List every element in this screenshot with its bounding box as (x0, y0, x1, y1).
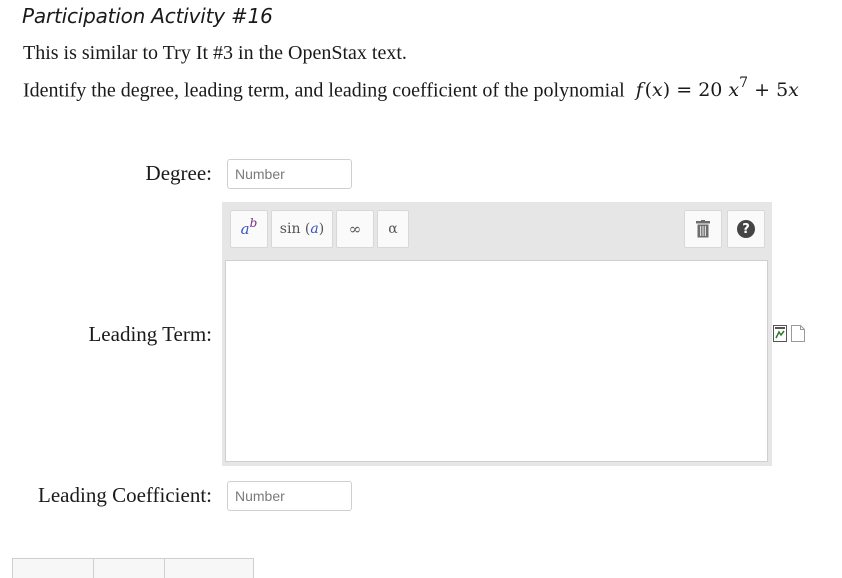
plus-sign: + (754, 79, 771, 102)
bottom-tab-strip (12, 558, 254, 578)
leading-coefficient-label: Leading Coefficient: (38, 483, 212, 507)
function-variable: x (652, 79, 663, 102)
second-term-coefficient: 5 (776, 79, 789, 102)
power-base: a (240, 220, 250, 238)
infinity-symbol: ∞ (348, 220, 362, 238)
alpha-symbol: α (388, 221, 398, 237)
leading-term-input[interactable] (225, 260, 768, 462)
blank-page-icon[interactable] (791, 325, 805, 342)
intro-text: This is similar to Try It #3 in the Open… (23, 42, 407, 64)
sin-argument: a (310, 221, 319, 237)
leading-term-label: Leading Term: (88, 322, 212, 346)
sin-function: sin (279, 221, 301, 237)
activity-title: Participation Activity #16 (22, 4, 273, 28)
first-term-exponent: 7 (739, 75, 749, 91)
help-icon: ? (737, 220, 755, 238)
help-button[interactable]: ? (727, 210, 765, 248)
tab-divider (93, 559, 94, 578)
math-toolbar: ab sin (a) ∞ α ? (222, 202, 772, 257)
trash-icon (696, 220, 710, 238)
leading-coefficient-input[interactable] (227, 481, 352, 511)
degree-input[interactable] (227, 159, 352, 189)
prompt-text: Identify the degree, leading term, and l… (23, 79, 625, 102)
preview-icon[interactable] (773, 325, 787, 342)
first-term-variable: x (728, 79, 740, 102)
tab-divider (164, 559, 165, 578)
degree-label: Degree: (145, 161, 212, 185)
power-button[interactable]: ab (230, 210, 268, 248)
second-term-variable: x (788, 79, 799, 102)
math-editor: ab sin (a) ∞ α ? (222, 202, 772, 466)
infinity-button[interactable]: ∞ (336, 210, 374, 248)
power-exponent: b (249, 216, 258, 230)
function-name: f (635, 79, 643, 102)
prompt-line: Identify the degree, leading term, and l… (23, 75, 799, 102)
trash-button[interactable] (684, 210, 722, 248)
sin-button[interactable]: sin (a) (271, 210, 333, 248)
polynomial-expression: f (x) = 20 x7 + 5x (635, 75, 799, 102)
first-term-coefficient: 20 (698, 79, 723, 102)
alpha-button[interactable]: α (377, 210, 409, 248)
